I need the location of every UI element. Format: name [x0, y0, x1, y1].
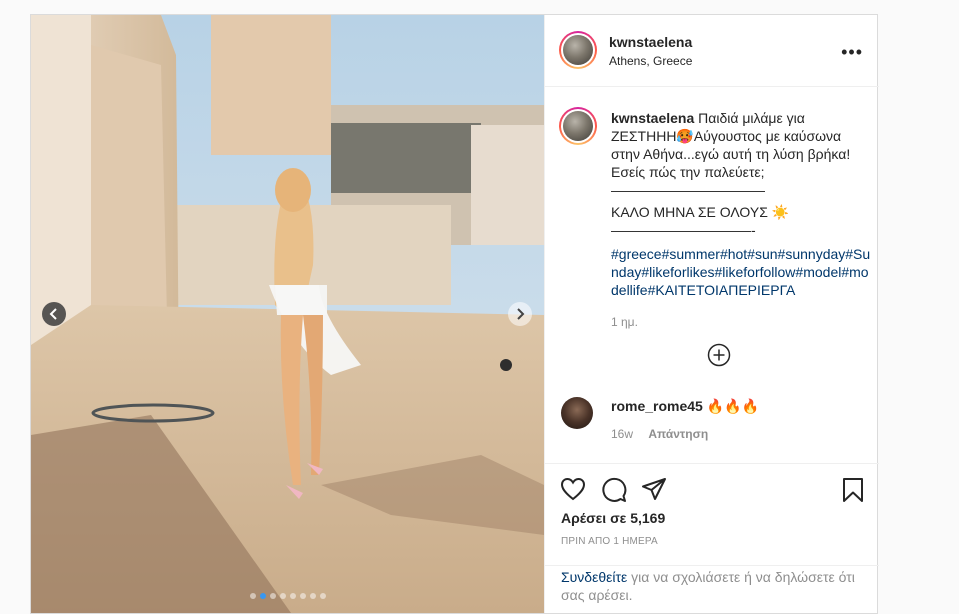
chevron-left-icon: [49, 308, 57, 320]
commenter-username[interactable]: rome_rome45: [611, 398, 703, 414]
post-container: kwnstaelena Athens, Greece ••• kwnstaele…: [30, 14, 879, 614]
carousel-dot: [310, 593, 316, 599]
post-details-panel: kwnstaelena Athens, Greece ••• kwnstaele…: [544, 15, 879, 613]
post-actions: Αρέσει σε 5,169 ΠΡΙΝ ΑΠΟ 1 ΗΜΕΡΑ: [545, 465, 879, 566]
carousel-dot: [270, 593, 276, 599]
comments-section: kwnstaelena Παιδιά μιλάμε για ΖΕΣΤΗΗΗ🥵Αύ…: [545, 87, 879, 464]
caption-divider: ——————————-: [611, 222, 756, 238]
carousel-dot: [290, 593, 296, 599]
author-username[interactable]: kwnstaelena: [609, 34, 692, 50]
caption-author-avatar[interactable]: [559, 107, 597, 145]
caption-age: 1 ημ.: [611, 315, 638, 329]
post-timestamp: ΠΡΙΝ ΑΠΟ 1 ΗΜΕΡΑ: [561, 536, 658, 547]
like-count[interactable]: Αρέσει σε 5,169: [561, 510, 665, 526]
reply-button[interactable]: Απάντηση: [648, 427, 708, 441]
post-photo[interactable]: [31, 15, 544, 613]
carousel-dot: [250, 593, 256, 599]
commenter-avatar[interactable]: [561, 397, 593, 429]
comment-text: 🔥🔥🔥: [706, 398, 760, 414]
bookmark-icon[interactable]: [841, 477, 865, 503]
login-link[interactable]: Συνδεθείτε: [561, 569, 627, 585]
plus-circle-icon[interactable]: [707, 343, 731, 367]
next-photo-button[interactable]: [508, 302, 532, 326]
caption-divider: ———————————: [611, 182, 765, 198]
caption-hashtags[interactable]: #greece#summer#hot#sun#sunnyday#Sunday#l…: [611, 245, 871, 299]
previous-photo-button[interactable]: [42, 302, 66, 326]
paper-plane-icon[interactable]: [641, 477, 667, 501]
photo-scene: [31, 15, 544, 613]
comment-bubble-icon[interactable]: [601, 477, 627, 503]
post-header: kwnstaelena Athens, Greece •••: [545, 15, 879, 87]
post-caption: kwnstaelena Παιδιά μιλάμε για ΖΕΣΤΗΗΗ🥵Αύ…: [611, 109, 871, 331]
caption-username[interactable]: kwnstaelena: [611, 110, 694, 126]
carousel-dot: [320, 593, 326, 599]
carousel-dot: [260, 593, 266, 599]
chevron-right-icon: [517, 308, 525, 320]
heart-icon[interactable]: [560, 477, 586, 501]
login-prompt: Συνδεθείτε για να σχολιάσετε ή να δηλώσε…: [561, 568, 861, 604]
carousel-indicator: [250, 593, 326, 599]
more-options-icon[interactable]: •••: [841, 42, 863, 63]
comment-item: rome_rome45 🔥🔥🔥 16w Απάντηση: [611, 397, 871, 441]
caption-greeting: ΚΑΛΟ ΜΗΝΑ ΣΕ ΟΛΟΥΣ ☀️: [611, 204, 790, 220]
carousel-dot: [280, 593, 286, 599]
comment-age: 16w: [611, 427, 634, 441]
post-location[interactable]: Athens, Greece: [609, 54, 692, 68]
author-avatar[interactable]: [559, 31, 597, 69]
carousel-dot: [300, 593, 306, 599]
